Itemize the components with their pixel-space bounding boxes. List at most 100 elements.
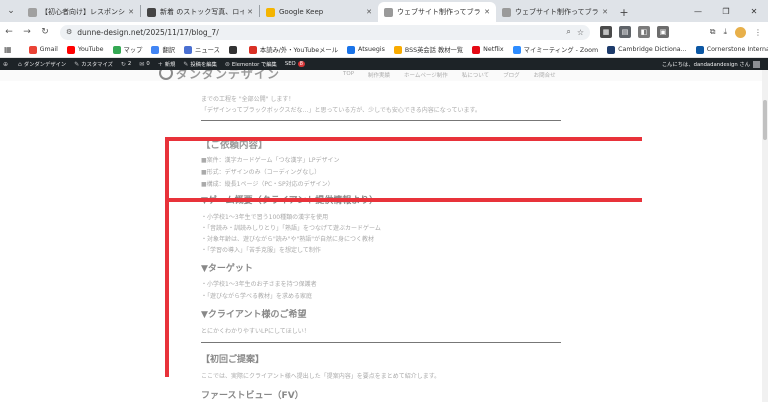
extension-icon[interactable]: ◧	[638, 26, 650, 38]
site-nav-item[interactable]: TOP	[343, 71, 354, 79]
back-icon[interactable]: ←	[0, 27, 18, 37]
admin-elementor-link[interactable]: ⊜ Elementor で編集	[224, 60, 277, 69]
tab-favicon-icon	[266, 7, 275, 17]
extension-icon[interactable]: ▦	[600, 26, 612, 38]
bookmark-label: Cambridge Dictiona...	[618, 46, 687, 53]
site-nav-item[interactable]: 私について	[462, 71, 489, 79]
bookmark-favicon-icon	[248, 45, 257, 54]
bookmark-label: マイミーティング - Zoom	[523, 47, 599, 54]
updates-icon: ↻	[120, 60, 126, 68]
bookmark-label: ニュース	[195, 47, 220, 54]
site-header: ダンダンデザイン TOP 制作実績 ホームページ制作 私について ブログ お問合せ	[0, 70, 768, 81]
red-annotation-middle	[165, 198, 642, 202]
profile-avatar[interactable]	[735, 26, 746, 38]
proposal-text: ここでは、実際にクライアント様へ提出した「提案内容」を要点をまとめて紹介します。	[201, 373, 441, 380]
apps-grid-icon[interactable]: ▦	[4, 45, 12, 54]
reload-icon[interactable]: ↻	[36, 27, 54, 37]
bookmark-label: BSS英会話 教材一覧	[404, 47, 464, 54]
heading-proposal: 【初回ご提案】	[201, 355, 265, 365]
site-nav-item[interactable]: ブログ	[503, 71, 520, 79]
bookmark-item[interactable]: マイミーティング - Zoom	[512, 45, 599, 54]
bookmark-item[interactable]: ニュース	[184, 45, 220, 54]
tab-close-icon[interactable]: ✕	[484, 8, 490, 16]
browser-tab[interactable]: ウェブサイト制作ってブラックボックス ✕	[496, 2, 614, 22]
bookmark-item[interactable]: マップ	[112, 45, 143, 54]
bookmark-label: Atsuegis	[358, 46, 385, 53]
bookmark-item[interactable]: 本読み/外・YouTubeメール	[248, 45, 338, 54]
intro-text: 「デザインってブラックボックスだな…」と思っている方が、少しでも安心できる内容に…	[201, 107, 481, 114]
tab-close-icon[interactable]: ✕	[247, 8, 253, 16]
game-item: ・小学校1〜3年生で習う100種類の漢字を使用	[201, 214, 329, 221]
tab-favicon-icon	[147, 7, 156, 17]
site-nav-item[interactable]: ホームページ制作	[404, 71, 448, 79]
bookmark-item[interactable]: YouTube	[66, 45, 104, 54]
window-controls: — ❐ ✕	[684, 0, 768, 22]
tab-close-icon[interactable]: ✕	[128, 8, 134, 16]
site-logo-text[interactable]: ダンダンデザイン	[176, 70, 280, 82]
divider	[201, 120, 561, 121]
wp-logo-icon[interactable]: ⊕	[3, 61, 10, 68]
tab-title: ウェブサイト制作ってブラックボックス	[397, 8, 481, 16]
new-tab-button[interactable]: +	[614, 2, 634, 22]
bookmark-label: Cornerstone Interna...	[706, 46, 768, 53]
puzzle-icon[interactable]: ⧉	[710, 27, 716, 37]
bookmark-item[interactable]: Gmail	[28, 45, 58, 54]
red-annotation-left	[165, 137, 169, 377]
close-window-icon[interactable]: ✕	[740, 7, 768, 16]
site-info-icon[interactable]: ⚙	[66, 28, 72, 36]
admin-new-link[interactable]: + 新規	[158, 60, 176, 69]
zoom-search-icon[interactable]: ⌕	[566, 27, 570, 37]
overview-item: ■形式：デザインのみ（コーディングなし）	[201, 169, 321, 176]
extensions: ▦ ▤ ◧ ▣	[600, 26, 676, 38]
forward-icon[interactable]: →	[18, 27, 36, 37]
admin-comments-link[interactable]: ✉ 0	[139, 61, 149, 68]
wish-text: とにかくわかりやすいLPにしてほしい！	[201, 328, 310, 335]
bookmark-item[interactable]: Cornerstone Interna...	[695, 45, 768, 54]
tab-favicon-icon	[384, 7, 393, 17]
extension-icon[interactable]: ▤	[619, 26, 631, 38]
download-icon[interactable]: ⤓	[723, 27, 727, 37]
tab-favicon-icon	[502, 7, 511, 17]
bookmark-label: マップ	[123, 47, 143, 54]
bookmark-item[interactable]	[228, 45, 240, 54]
bookmark-item[interactable]: BSS英会話 教材一覧	[393, 45, 464, 54]
bookmarks-bar: ▦ Gmail YouTube マップ 翻訳 ニュース 本読み/外・YouTubeメール A…	[0, 42, 768, 58]
admin-account[interactable]: こんにちは、dandadandesign さん	[662, 60, 760, 68]
browser-tab-active[interactable]: ウェブサイト制作ってブラックボックス ✕	[378, 2, 496, 22]
elementor-icon: ⊜	[224, 60, 230, 68]
menu-kebab-icon[interactable]: ⋮	[754, 28, 762, 37]
heading-fv: ファーストビュー（FV）	[201, 391, 304, 401]
browser-tab[interactable]: Google Keep ✕	[260, 2, 378, 22]
intro-text: までの工程を "全部公開" します！	[201, 96, 295, 103]
admin-seo-link[interactable]: SEO 8	[285, 61, 305, 67]
tab-strip: ⌄ 【初心者向け】レスポンシブデザインとは ✕ 新着 のストック写真、ロイヤリテ…	[0, 0, 768, 22]
bookmark-item[interactable]: 翻訳	[151, 45, 175, 54]
bookmark-label: YouTube	[77, 46, 104, 53]
browser-tab[interactable]: 新着 のストック写真、ロイヤリティフリー ✕	[141, 2, 259, 22]
scrollbar-thumb[interactable]	[763, 100, 767, 140]
admin-edit-link[interactable]: ✎ 投稿を編集	[183, 60, 217, 69]
admin-updates-link[interactable]: ↻ 2	[121, 61, 131, 68]
brush-icon: ✎	[74, 60, 80, 68]
tab-search-icon[interactable]: ⌄	[0, 0, 22, 22]
bookmark-item[interactable]: Atsuegis	[347, 45, 385, 54]
admin-customize-link[interactable]: ✎ カスタマイズ	[74, 60, 113, 69]
site-nav-item[interactable]: 制作実績	[368, 71, 390, 79]
admin-site-link[interactable]: ⌂ ダンダンデザイン	[18, 60, 66, 69]
minimize-icon[interactable]: —	[684, 7, 712, 16]
bookmark-item[interactable]: Cambridge Dictiona...	[607, 45, 687, 54]
tab-title: 新着 のストック写真、ロイヤリティフリー	[160, 8, 245, 16]
extension-icon[interactable]: ▣	[657, 26, 669, 38]
bookmark-item[interactable]: Netflix	[472, 45, 504, 54]
address-bar[interactable]: ⚙ dunne-design.net/2025/11/17/blog_7/ ⌕ …	[60, 24, 590, 40]
site-nav-item[interactable]: お問合せ	[534, 71, 556, 79]
restore-icon[interactable]: ❐	[712, 7, 740, 16]
url-text: dunne-design.net/2025/11/17/blog_7/	[77, 27, 219, 37]
bookmark-star-icon[interactable]: ☆	[577, 28, 584, 37]
tab-close-icon[interactable]: ✕	[366, 8, 372, 16]
bookmark-favicon-icon	[28, 45, 37, 54]
browser-tab[interactable]: 【初心者向け】レスポンシブデザインとは ✕	[22, 2, 140, 22]
page-scrollbar[interactable]	[762, 70, 768, 402]
site-logo-icon[interactable]	[159, 70, 173, 80]
tab-close-icon[interactable]: ✕	[602, 8, 608, 16]
